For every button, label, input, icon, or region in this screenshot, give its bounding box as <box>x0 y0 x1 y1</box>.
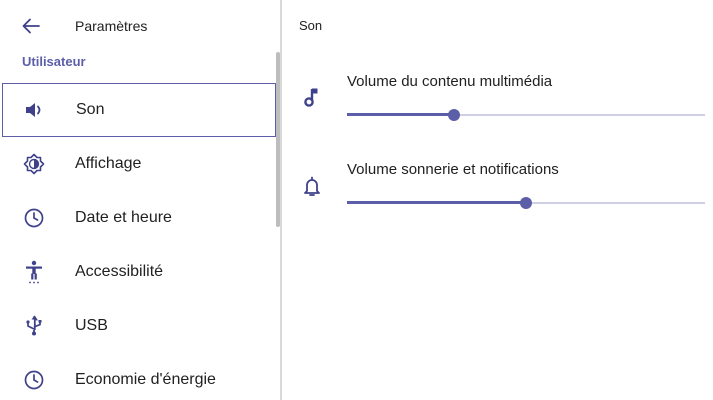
slider-thumb[interactable] <box>520 197 532 209</box>
media-volume-slider[interactable] <box>347 108 705 122</box>
slider-fill <box>347 201 526 204</box>
sidebar-item-affichage[interactable]: Affichage <box>0 137 276 191</box>
sidebar-item-economie-energie[interactable]: Economie d'énergie <box>0 353 276 400</box>
section-label: Utilisateur <box>22 54 86 69</box>
slider-fill <box>347 113 455 116</box>
setting-label: Volume du contenu multimédia <box>347 73 553 90</box>
usb-icon <box>20 312 48 340</box>
setting-label: Volume sonnerie et notifications <box>347 161 559 178</box>
nav-header: Paramètres <box>0 0 280 48</box>
sidebar-item-label: Accessibilité <box>75 263 164 280</box>
settings-nav-pane: Paramètres Utilisateur Son Affichage Dat… <box>0 0 280 400</box>
ringer-volume-slider[interactable] <box>347 196 705 210</box>
sound-settings-pane: Son Volume du contenu multimédia Volume … <box>282 0 713 400</box>
bell-icon <box>300 174 324 198</box>
sidebar-item-label: Affichage <box>75 155 142 172</box>
music-note-icon <box>300 85 324 109</box>
sidebar-item-label: Son <box>76 101 105 118</box>
sidebar-item-accessibilite[interactable]: Accessibilité <box>0 245 276 299</box>
sidebar-item-usb[interactable]: USB <box>0 299 276 353</box>
clock-icon <box>20 204 48 232</box>
nav-list: Son Affichage Date et heure Accessibilit… <box>0 83 280 400</box>
sidebar-item-label: Date et heure <box>75 209 172 226</box>
brightness-icon <box>20 150 48 178</box>
back-button[interactable] <box>18 14 44 38</box>
arrow-left-icon <box>22 18 40 34</box>
sidebar-item-label: USB <box>75 317 108 334</box>
sidebar-item-son[interactable]: Son <box>2 83 276 137</box>
page-title: Son <box>299 18 323 33</box>
accessibility-icon <box>20 258 48 286</box>
nav-title: Paramètres <box>75 18 148 34</box>
clock-icon <box>20 366 48 394</box>
sidebar-item-label: Economie d'énergie <box>75 371 216 388</box>
slider-thumb[interactable] <box>448 109 461 121</box>
sidebar-item-date-et-heure[interactable]: Date et heure <box>0 191 276 245</box>
volume-icon <box>21 96 49 124</box>
